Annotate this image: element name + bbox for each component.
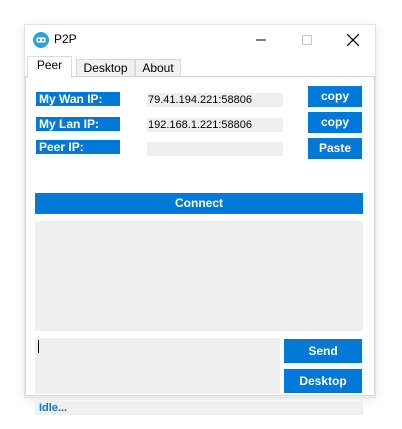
tab-about[interactable]: About [135, 59, 181, 77]
wan-ip-value: 79.41.194.221:58806 [147, 93, 283, 107]
minimize-button[interactable] [238, 25, 284, 55]
copy-wan-button[interactable]: copy [308, 86, 362, 107]
close-button[interactable] [330, 25, 376, 55]
maximize-button[interactable] [284, 25, 330, 55]
connect-button[interactable]: Connect [35, 193, 363, 214]
peer-ip-field[interactable] [147, 142, 283, 156]
maximize-icon [302, 35, 312, 45]
tab-strip: Peer Desktop About [25, 55, 375, 78]
status-text: Idle... [35, 401, 363, 415]
lan-ip-label: My Lan IP: [36, 117, 120, 131]
title-bar[interactable]: P2P [25, 25, 375, 55]
minimize-icon [256, 39, 266, 41]
wan-ip-label: My Wan IP: [36, 92, 120, 106]
window-title: P2P [54, 32, 77, 46]
text-caret [38, 340, 39, 353]
desktop-button[interactable]: Desktop [284, 369, 362, 393]
lan-ip-value: 192.168.1.221:58806 [147, 118, 283, 132]
copy-lan-button[interactable]: copy [308, 112, 362, 133]
peer-panel: My Wan IP: 79.41.194.221:58806 copy My L… [25, 76, 375, 415]
peer-ip-label: Peer IP: [36, 140, 120, 154]
paste-button[interactable]: Paste [308, 138, 362, 159]
close-icon [347, 34, 359, 46]
p2p-app-icon [33, 32, 49, 48]
message-input[interactable] [35, 338, 280, 394]
tab-desktop[interactable]: Desktop [76, 59, 135, 77]
message-log[interactable] [35, 221, 363, 331]
send-button[interactable]: Send [284, 339, 362, 363]
tab-peer[interactable]: Peer [27, 56, 72, 78]
app-window: P2P Peer Desktop About My Wan IP: 79.41.… [25, 25, 375, 415]
